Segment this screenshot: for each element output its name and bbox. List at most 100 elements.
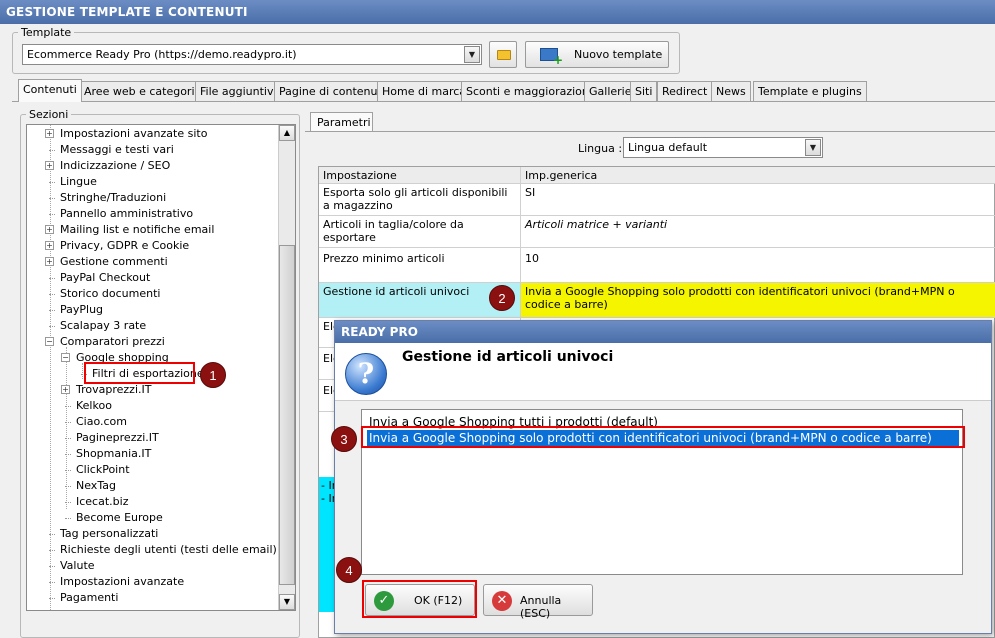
step-marker-4: 4 [336, 557, 362, 583]
tree-connector [66, 347, 67, 509]
tree-item[interactable]: Pannello amministrativo [60, 206, 193, 222]
tree-item[interactable]: Storico documenti [60, 286, 160, 302]
tab-sconti[interactable]: Sconti e maggiorazioni [461, 81, 597, 101]
tree-item[interactable]: Gestione commenti [60, 254, 168, 270]
tree-item[interactable]: Impostazioni avanzate sito [60, 126, 207, 142]
tree-connector [65, 486, 71, 487]
open-folder-button[interactable] [489, 41, 517, 68]
tree-connector [49, 326, 55, 327]
tree-item[interactable]: Pagineprezzi.IT [76, 430, 159, 446]
tree-connector [65, 406, 71, 407]
expand-icon[interactable]: + [45, 225, 54, 234]
tree-item[interactable]: PayPal Checkout [60, 270, 150, 286]
tree-connector [65, 502, 71, 503]
tree-item[interactable]: Impostazioni avanzate [60, 574, 184, 590]
tree-connector [49, 310, 55, 311]
tab-template-plugins[interactable]: Template e plugins [753, 81, 867, 101]
table-row-label: Esporta solo gli articoli disponibili a … [319, 184, 521, 216]
table-row-value[interactable]: Articoli matrice + varianti [521, 216, 995, 248]
tree-item[interactable]: Ciao.com [76, 414, 127, 430]
annotation-highlight-filtri [84, 362, 195, 384]
collapse-icon[interactable]: − [61, 353, 70, 362]
table-row-label: Articoli in taglia/colore da esportare [319, 216, 521, 248]
tab-home-marca[interactable]: Home di marca [377, 81, 472, 101]
dialog-title: READY PRO [341, 325, 418, 339]
tree-connector [49, 150, 55, 151]
tab-label: Contenuti [23, 83, 77, 96]
tab-gallerie[interactable]: Gallerie [584, 81, 637, 101]
expand-icon[interactable]: + [61, 385, 70, 394]
cancel-button[interactable]: ✕ Annulla (ESC) [483, 584, 593, 620]
tab-label: Redirect [662, 85, 708, 98]
chevron-down-icon[interactable]: ▼ [464, 46, 480, 63]
tree-connector [49, 534, 55, 535]
tree-connector [49, 598, 55, 599]
tab-label: Sconti e maggiorazioni [466, 85, 592, 98]
lingua-select[interactable]: Lingua default ▼ [623, 137, 823, 158]
scroll-up-icon[interactable]: ▲ [279, 125, 295, 141]
scroll-down-icon[interactable]: ▼ [279, 594, 295, 610]
tree-item[interactable]: Valute [60, 558, 95, 574]
new-template-label: Nuovo template [574, 48, 663, 61]
dialog-heading: Gestione id articoli univoci [402, 349, 614, 365]
tab-siti[interactable]: Siti [630, 81, 658, 101]
window-title-bar: GESTIONE TEMPLATE E CONTENUTI [0, 0, 995, 24]
step-marker-3: 3 [331, 426, 357, 452]
table-row-value-selected[interactable]: Invia a Google Shopping solo prodotti co… [521, 283, 995, 318]
tab-redirect[interactable]: Redirect [657, 81, 713, 101]
expand-icon[interactable]: + [45, 257, 54, 266]
tree-item[interactable]: Indicizzazione / SEO [60, 158, 170, 174]
tree-item[interactable]: Icecat.biz [76, 494, 128, 510]
annotation-highlight-ok [362, 580, 477, 618]
table-row-value[interactable]: SI [521, 184, 995, 216]
tree-item[interactable]: Stringhe/Traduzioni [60, 190, 166, 206]
tab-file-aggiuntivi[interactable]: File aggiuntivi [195, 81, 282, 101]
tree-item[interactable]: ClickPoint [76, 462, 130, 478]
tree-item[interactable]: Pagamenti [60, 590, 118, 606]
tab-label: Parametri [317, 116, 371, 129]
tab-contenuti[interactable]: Contenuti [18, 79, 82, 102]
tree-item[interactable]: Mailing list e notifiche email [60, 222, 214, 238]
expand-icon[interactable]: + [45, 161, 54, 170]
tabs-divider [12, 101, 995, 102]
expand-icon[interactable]: + [45, 129, 54, 138]
collapse-icon[interactable]: − [45, 337, 54, 346]
params-tabs-divider [305, 131, 995, 132]
new-template-button[interactable]: Nuovo template [525, 41, 669, 68]
tab-label: Template e plugins [758, 85, 862, 98]
tree-item[interactable]: Trovaprezzi.IT [76, 382, 151, 398]
tab-aree-web[interactable]: Aree web e categorie [79, 81, 207, 101]
tree-item[interactable]: Privacy, GDPR e Cookie [60, 238, 189, 254]
table-row-label: Prezzo minimo articoli [319, 248, 521, 283]
template-select[interactable]: Ecommerce Ready Pro (https://demo.readyp… [22, 44, 482, 65]
tree-item[interactable]: Scalapay 3 rate [60, 318, 146, 334]
window-title: GESTIONE TEMPLATE E CONTENUTI [6, 5, 248, 19]
tab-label: Pagine di contenuti [279, 85, 385, 98]
expand-icon[interactable]: + [45, 241, 54, 250]
tab-parametri[interactable]: Parametri [310, 112, 373, 132]
tree-item[interactable]: Messaggi e testi vari [60, 142, 174, 158]
template-select-value: Ecommerce Ready Pro (https://demo.readyp… [27, 48, 297, 61]
tree-item[interactable]: Comparatori prezzi [60, 334, 165, 350]
tree-item[interactable]: Kelkoo [76, 398, 112, 414]
lingua-label: Lingua : [578, 142, 623, 155]
tree-item[interactable]: Become Europe [76, 510, 163, 526]
chevron-down-icon[interactable]: ▼ [805, 139, 821, 156]
tree-item[interactable]: NexTag [76, 478, 116, 494]
grid-header-generica: Imp.generica [521, 167, 995, 184]
tree-connector [49, 582, 55, 583]
tab-pagine-contenuti[interactable]: Pagine di contenuti [274, 81, 390, 101]
table-row-value[interactable]: 10 [521, 248, 995, 283]
tree-item[interactable]: Richieste degli utenti (testi delle emai… [60, 542, 277, 558]
cancel-button-label: Annulla (ESC) [520, 594, 562, 620]
tree-item[interactable]: Lingue [60, 174, 97, 190]
grid-header-impostazione: Impostazione [319, 167, 521, 184]
tree-connector [49, 198, 55, 199]
tree-item[interactable]: Tag personalizzati [60, 526, 158, 542]
tree-item[interactable]: Shopmania.IT [76, 446, 151, 462]
tab-news[interactable]: News [711, 81, 751, 101]
tree-item[interactable]: PayPlug [60, 302, 103, 318]
scrollbar-thumb[interactable] [279, 245, 295, 585]
tree-scrollbar[interactable]: ▲ ▼ [278, 125, 295, 610]
step-marker-1: 1 [200, 362, 226, 388]
